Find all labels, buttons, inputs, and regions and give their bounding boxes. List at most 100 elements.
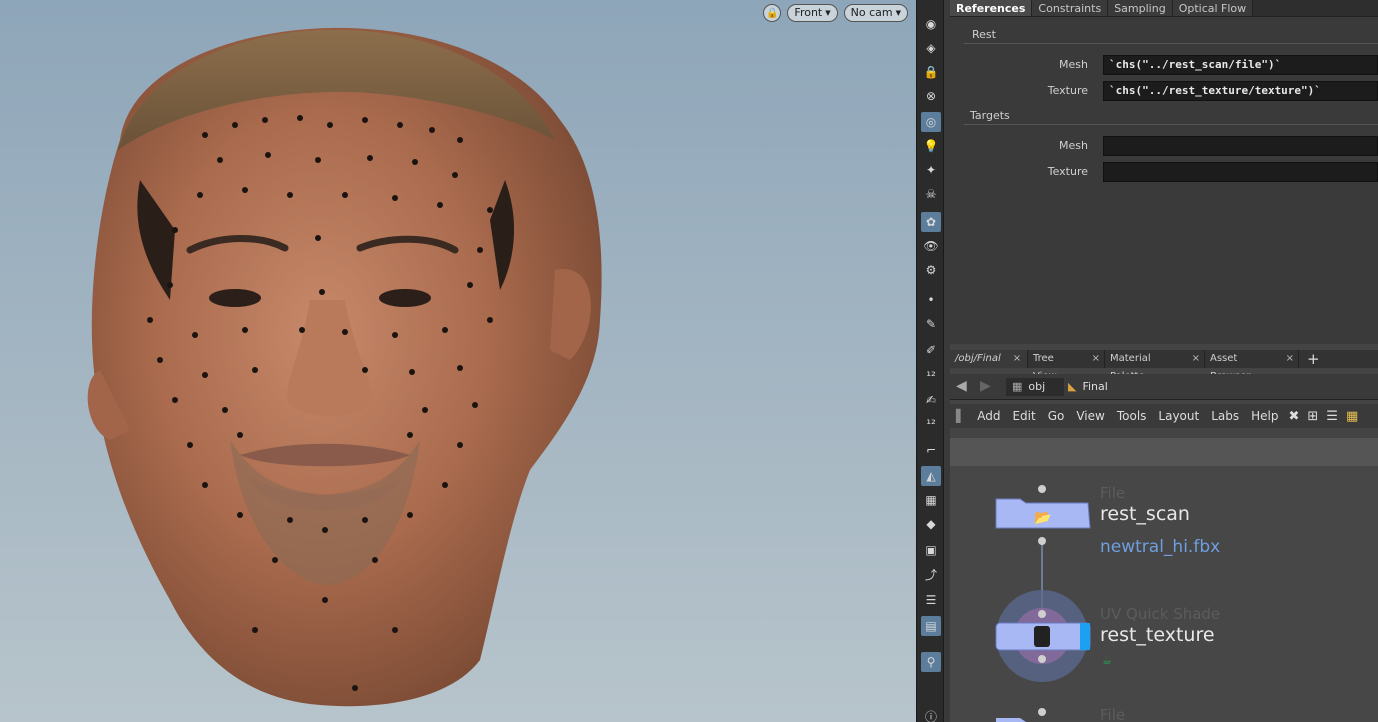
parameter-tabs: References Constraints Sampling Optical … [950, 0, 1378, 17]
forward-arrow-icon[interactable]: ▶ [980, 378, 991, 394]
menu-go[interactable]: Go [1042, 409, 1071, 423]
menu-labs[interactable]: Labs [1205, 409, 1245, 423]
menu-help[interactable]: Help [1245, 409, 1284, 423]
lock-icon[interactable]: 🔒 [763, 4, 782, 22]
node-name-rest-texture[interactable]: rest_texture [1100, 624, 1215, 646]
render-icon[interactable]: ⚙ [921, 260, 941, 280]
branch-icon[interactable]: ⤴ [921, 564, 941, 584]
close-icon[interactable]: × [1013, 350, 1021, 368]
close-icon[interactable]: × [1092, 350, 1100, 368]
node-file-parm: newtral_hi.fbx [1100, 537, 1221, 557]
breadcrumb-label: Final [1082, 380, 1108, 393]
target-mesh-field[interactable] [1103, 136, 1378, 156]
number-paint-icon[interactable]: ¹² [921, 414, 941, 434]
node-type-label: UV Quick Shade [1100, 605, 1221, 623]
wireframe-icon[interactable]: ◎ [921, 112, 941, 132]
camera-label: No cam [850, 6, 893, 19]
pipette-icon[interactable]: ✐ [921, 340, 941, 360]
viewport-toolbar: ◉ ◈ 🔒 ⊗ ◎ 💡 ✦ ☠ ✿ 👁 ⚙ • ✎ ✐ ¹² ✍ ¹² ⌐ ◭ … [916, 0, 944, 722]
tab-tree-view[interactable]: Tree View × [1028, 350, 1105, 382]
handle-icon: ▌ [956, 409, 966, 423]
grid-view-icon[interactable]: ▦ [1342, 409, 1362, 424]
parameter-pane: References Constraints Sampling Optical … [950, 0, 1378, 344]
viewport[interactable]: 🔒 Front ▼ No cam ▼ [0, 0, 916, 722]
section-divider [964, 124, 1378, 125]
target-texture-field[interactable] [1103, 162, 1378, 182]
rest-mesh-field[interactable]: `chs("../rest_scan/file")` [1103, 55, 1378, 75]
rest-section-title[interactable]: Rest [972, 28, 996, 41]
camera-icon[interactable]: ⊗ [921, 86, 941, 106]
rest-texture-field[interactable]: `chs("../rest_texture/texture")` [1103, 81, 1378, 101]
tab-label: Asset Browser [1210, 353, 1251, 382]
skull-icon[interactable]: ☠ [921, 184, 941, 204]
visibility-icon[interactable]: 👁 [921, 236, 941, 256]
paint-icon[interactable]: ✍ [921, 390, 941, 410]
tab-constraints[interactable]: Constraints [1032, 0, 1109, 16]
node-type-label: File [1100, 706, 1126, 722]
list-view-icon[interactable]: ☰ [1322, 409, 1342, 424]
rest-mesh-label: Mesh [1059, 58, 1088, 71]
tab-optical-flow[interactable]: Optical Flow [1172, 0, 1254, 16]
close-icon[interactable]: × [1192, 350, 1200, 368]
network-info-bar [950, 438, 1378, 466]
network-pane: /obj/Final × Tree View × Material Palett… [950, 344, 1378, 722]
number-icon[interactable]: ¹² [921, 366, 941, 386]
image-icon[interactable]: ▤ [921, 616, 941, 636]
breadcrumb-final[interactable]: ◣ Final [1068, 378, 1108, 396]
ghost-icon[interactable]: ◈ [921, 38, 941, 58]
checker-icon[interactable]: ▦ [921, 490, 941, 510]
tab-sampling[interactable]: Sampling [1108, 0, 1173, 16]
add-tab-button[interactable]: + [1299, 350, 1328, 368]
path-bar: ◀ ▶ ▦ obj ◣ Final [950, 374, 1378, 400]
menu-tools[interactable]: Tools [1111, 409, 1153, 423]
display-options-icon[interactable]: ◉ [921, 14, 941, 34]
map-icon[interactable]: ▣ [921, 540, 941, 560]
tree-icon[interactable]: ⊞ [1303, 409, 1322, 424]
tab-material-palette[interactable]: Material Palette × [1105, 350, 1205, 382]
targets-section-title[interactable]: Targets [970, 109, 1010, 122]
view-menu-button[interactable]: Front ▼ [787, 4, 838, 22]
menu-layout[interactable]: Layout [1152, 409, 1205, 423]
point-icon[interactable]: • [921, 290, 941, 310]
info-icon[interactable]: ⓘ [921, 706, 941, 722]
geometry-icon: ◣ [1068, 380, 1077, 393]
shading-icon[interactable]: ✿ [921, 212, 941, 232]
back-arrow-icon[interactable]: ◀ [956, 378, 967, 394]
menu-edit[interactable]: Edit [1006, 409, 1041, 423]
close-icon[interactable]: × [1286, 350, 1294, 368]
network-canvas[interactable]: 📂 ☕ File rest_scan newtral_hi.fbx UV Qui… [950, 466, 1378, 722]
target-texture-label: Texture [1047, 165, 1088, 178]
lock-view-icon[interactable]: 🔒 [921, 62, 941, 82]
face-scan-mesh [87, 27, 602, 707]
folder-icon: ▦ [1012, 380, 1023, 393]
breadcrumb-obj[interactable]: ▦ obj [1006, 378, 1064, 396]
network-tabs: /obj/Final × Tree View × Material Palett… [950, 350, 1378, 382]
wrench-icon[interactable]: ✖ [1284, 409, 1303, 424]
svg-text:☕: ☕ [1102, 654, 1112, 667]
chevron-down-icon: ▼ [895, 9, 901, 17]
menu-add[interactable]: Add [971, 409, 1006, 423]
tab-obj-final[interactable]: /obj/Final × [950, 350, 1028, 368]
rest-texture-label: Texture [1047, 84, 1088, 97]
list-icon[interactable]: ☰ [921, 590, 941, 610]
node-type-label: File [1100, 484, 1126, 502]
camera-menu-button[interactable]: No cam ▼ [843, 4, 908, 22]
node-name-rest-scan[interactable]: rest_scan [1100, 503, 1190, 525]
light-plus-icon[interactable]: ✦ [921, 160, 941, 180]
network-menubar: ▌ Add Edit Go View Tools Layout Labs Hel… [950, 404, 1378, 428]
brush-icon[interactable]: ✎ [921, 314, 941, 334]
tab-asset-browser[interactable]: Asset Browser × [1205, 350, 1299, 382]
view-label: Front [794, 6, 823, 19]
tab-label: Tree View [1033, 353, 1057, 382]
pin-icon[interactable]: ⚲ [921, 652, 941, 672]
light-icon[interactable]: 💡 [921, 136, 941, 156]
tab-label: /obj/Final [955, 353, 1001, 364]
tab-references[interactable]: References [950, 0, 1033, 16]
menu-view[interactable]: View [1070, 409, 1110, 423]
tab-label: Material Palette [1110, 353, 1151, 382]
corner-icon[interactable]: ⌐ [921, 440, 941, 460]
layer-icon[interactable]: ◆ [921, 514, 941, 534]
section-divider [964, 43, 1378, 44]
target-mesh-label: Mesh [1059, 139, 1088, 152]
snap-icon[interactable]: ◭ [921, 466, 941, 486]
